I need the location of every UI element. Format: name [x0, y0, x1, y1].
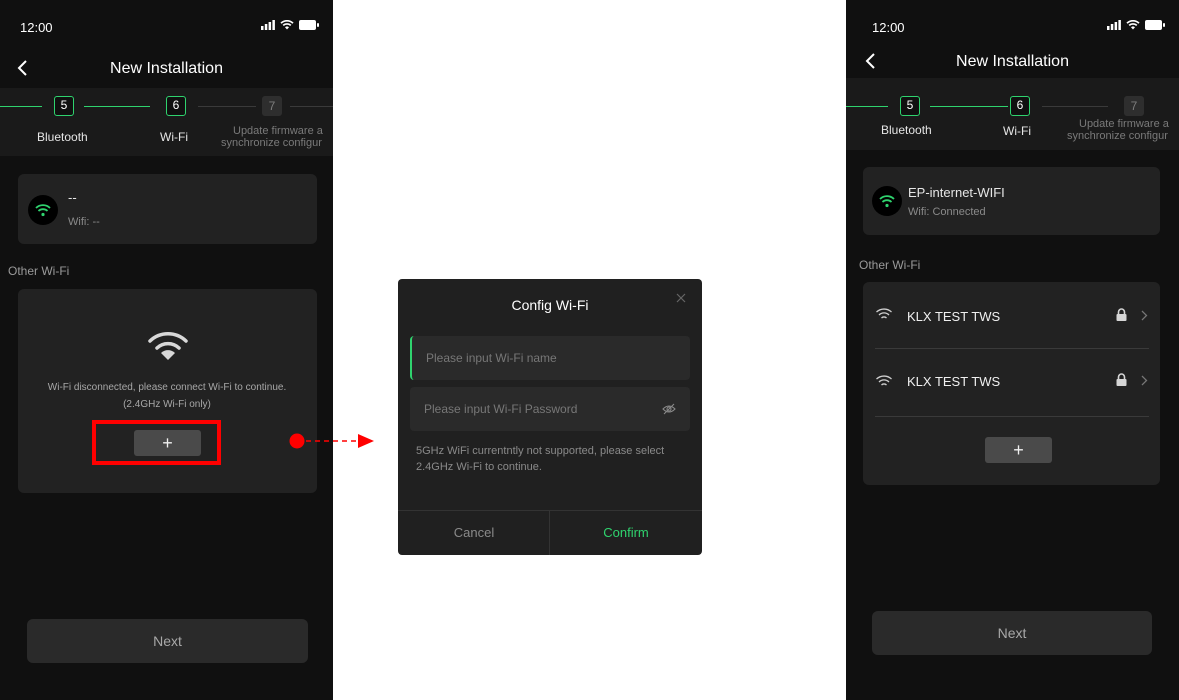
battery-icon: [1145, 20, 1165, 30]
highlight-box: [92, 420, 221, 465]
current-network-name: --: [68, 190, 77, 205]
chevron-right-icon: [1141, 375, 1148, 386]
step-connector: [846, 106, 888, 107]
step-6-box: 6: [166, 96, 186, 116]
step-connector: [0, 106, 42, 107]
step-6-label: Wi-Fi: [160, 130, 188, 144]
step-7-label-line2: synchronize configur: [1067, 130, 1168, 142]
step-connector: [198, 106, 256, 107]
step-7-label-line2: synchronize configur: [221, 137, 322, 149]
close-icon[interactable]: [674, 291, 688, 305]
wifi-icon: [879, 195, 895, 208]
step-5-box: 5: [900, 96, 920, 116]
step-connector: [1042, 106, 1108, 107]
wifi-status-icon: [280, 20, 294, 30]
current-network-name: EP-internet-WIFI: [908, 185, 1005, 200]
wifi-frequency-note: (2.4GHz Wi-Fi only): [123, 399, 211, 410]
wifi-connected-badge: [28, 195, 58, 225]
nav-header: New Installation: [0, 52, 333, 86]
step-5-label: Bluetooth: [37, 130, 88, 144]
wifi-icon: [876, 375, 892, 386]
step-7-box: 7: [1124, 96, 1144, 116]
step-7-label-line1: Update firmware a: [1079, 118, 1169, 130]
wifi-connected-badge: [872, 186, 902, 216]
current-network-card[interactable]: EP-internet-WIFI Wifi: Connected: [863, 167, 1160, 235]
add-wifi-button[interactable]: +: [985, 437, 1052, 463]
wifi-network-row[interactable]: KLX TEST TWS: [863, 349, 1160, 415]
wifi-network-row[interactable]: KLX TEST TWS: [863, 282, 1160, 348]
current-network-card[interactable]: -- Wifi: --: [18, 174, 317, 244]
wifi-name-input[interactable]: [410, 336, 690, 380]
flow-arrow-icon: [289, 433, 374, 449]
frequency-hint: 5GHz WiFi currentntly not supported, ple…: [416, 445, 665, 473]
signal-icon: [1107, 20, 1121, 30]
lock-icon: [1116, 308, 1127, 321]
signal-icon: [261, 20, 275, 30]
step-connector: [930, 106, 1008, 107]
progress-stepper: 5 6 7 Bluetooth Wi-Fi Update firmware a …: [0, 88, 333, 156]
status-icons: [261, 20, 319, 30]
wifi-disconnected-message: Wi-Fi disconnected, please connect Wi-Fi…: [47, 382, 287, 393]
cancel-button[interactable]: Cancel: [398, 511, 550, 555]
next-button[interactable]: Next: [27, 619, 308, 663]
step-5-box: 5: [54, 96, 74, 116]
step-6-box: 6: [1010, 96, 1030, 116]
status-icons: [1107, 20, 1165, 30]
step-connector: [84, 106, 150, 107]
wifi-icon: [876, 308, 892, 319]
lock-icon: [1116, 373, 1127, 386]
current-network-status: Wifi: --: [68, 216, 100, 228]
phone-screen-connected: 12:00 New Installation 5 6 7 Bluetooth W…: [846, 0, 1179, 700]
wifi-network-name: KLX TEST TWS: [907, 309, 1001, 324]
phone-screen-disconnected: 12:00 New Installation 5 6 7 Bluetooth W…: [0, 0, 333, 700]
page-title: New Installation: [110, 60, 223, 77]
dialog-title: Config Wi-Fi: [511, 297, 589, 313]
other-wifi-label: Other Wi-Fi: [8, 264, 70, 278]
current-network-status: Wifi: Connected: [908, 206, 986, 218]
page-title: New Installation: [956, 53, 1069, 70]
chevron-right-icon: [1141, 310, 1148, 321]
wifi-icon-large: [148, 332, 188, 360]
step-5-label: Bluetooth: [881, 123, 932, 137]
other-wifi-card: KLX TEST TWS KLX TEST TWS +: [863, 282, 1160, 485]
wifi-status-icon: [1126, 20, 1140, 30]
status-bar: 12:00: [0, 0, 333, 52]
progress-stepper: 5 6 7 Bluetooth Wi-Fi Update firmware a …: [846, 78, 1179, 150]
step-7-box: 7: [262, 96, 282, 116]
config-wifi-dialog: Config Wi-Fi 5GHz WiFi currentntly not s…: [398, 279, 702, 555]
eye-hidden-icon[interactable]: [662, 403, 676, 415]
wifi-password-input[interactable]: [410, 387, 690, 431]
step-6-label: Wi-Fi: [1003, 124, 1031, 138]
step-7-label-line1: Update firmware a: [233, 125, 323, 137]
confirm-button[interactable]: Confirm: [550, 511, 702, 555]
row-divider: [875, 416, 1149, 417]
step-connector: [290, 106, 333, 107]
battery-icon: [299, 20, 319, 30]
wifi-icon: [35, 204, 51, 217]
nav-header: New Installation: [846, 45, 1179, 79]
status-time: 12:00: [872, 20, 905, 35]
dialog-footer: Cancel Confirm: [398, 510, 702, 555]
other-wifi-label: Other Wi-Fi: [859, 258, 921, 272]
wifi-network-name: KLX TEST TWS: [907, 374, 1001, 389]
next-button[interactable]: Next: [872, 611, 1152, 655]
status-time: 12:00: [20, 20, 53, 35]
